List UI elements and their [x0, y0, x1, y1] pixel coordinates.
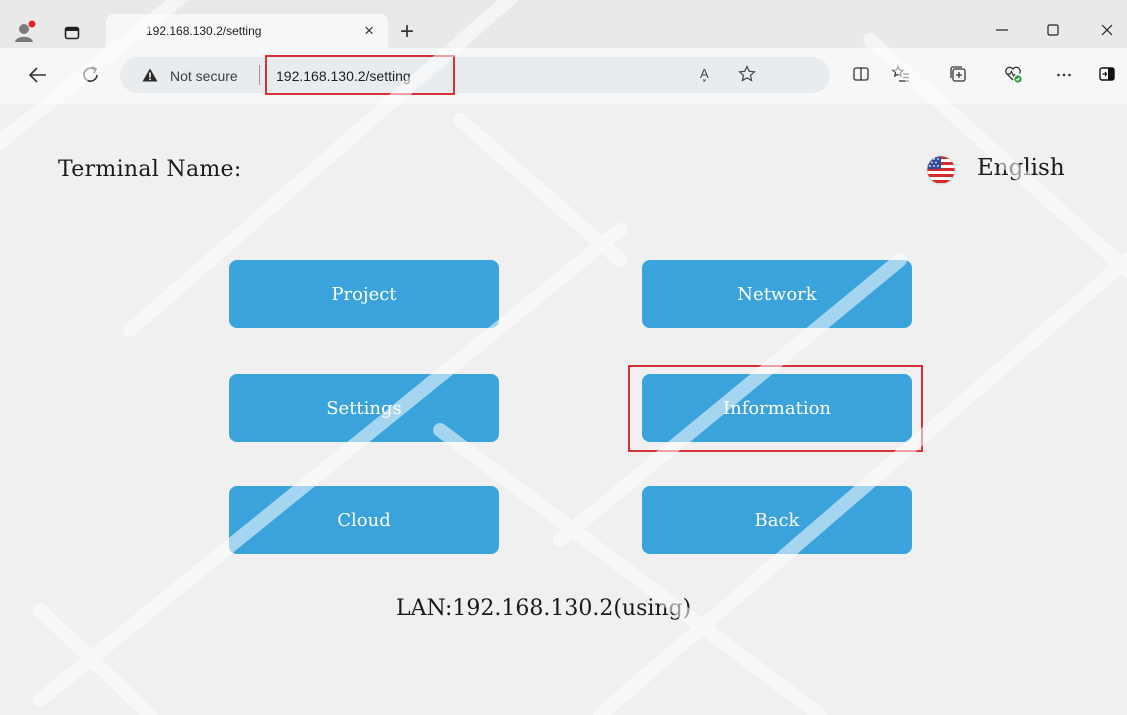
tab-title: 192.168.130.2/setting [146, 24, 262, 38]
maximize-button[interactable] [1043, 20, 1063, 40]
sidebar-toggle-icon[interactable] [1097, 64, 1117, 84]
tab-close-button[interactable]: × [364, 22, 374, 39]
close-window-button[interactable] [1097, 20, 1117, 40]
language-label[interactable]: English [977, 155, 1065, 181]
warning-icon[interactable] [142, 68, 158, 82]
back-arrow-icon[interactable] [27, 64, 49, 86]
settings-button[interactable]: Settings [229, 374, 499, 442]
profile-icon[interactable] [14, 20, 38, 44]
tab-actions-icon[interactable] [64, 26, 80, 40]
lan-status-text: LAN:192.168.130.2(using) [396, 596, 692, 621]
favorites-list-icon[interactable] [891, 64, 911, 84]
browser-toolbar: Not secure 192.168.130.2/setting A͓ [0, 48, 1127, 104]
url-highlight-box [265, 55, 455, 95]
heart-pulse-icon[interactable] [1003, 64, 1023, 84]
star-icon[interactable] [738, 65, 756, 83]
reload-icon[interactable] [80, 64, 102, 86]
minimize-button[interactable] [992, 20, 1012, 40]
network-button[interactable]: Network [642, 260, 912, 328]
more-icon[interactable] [1054, 64, 1074, 84]
cloud-button[interactable]: Cloud [229, 486, 499, 554]
security-status[interactable]: Not secure [170, 68, 238, 84]
back-button[interactable]: Back [642, 486, 912, 554]
information-highlight-box [628, 365, 923, 452]
new-tab-button[interactable]: + [400, 20, 414, 44]
read-aloud-icon[interactable]: A͓ [700, 66, 709, 81]
browser-titlebar: 192.168.130.2/setting × + [0, 0, 1127, 48]
active-tab[interactable]: 192.168.130.2/setting × [106, 14, 388, 48]
settings-page: Terminal Name: English Project Network S… [0, 104, 1127, 715]
terminal-name-label: Terminal Name: [58, 157, 242, 182]
us-flag-icon [926, 155, 956, 185]
split-screen-icon[interactable] [851, 64, 871, 84]
address-divider [259, 65, 260, 85]
project-button[interactable]: Project [229, 260, 499, 328]
address-bar[interactable]: Not secure 192.168.130.2/setting A͓ [120, 57, 830, 93]
collections-icon[interactable] [948, 64, 968, 84]
